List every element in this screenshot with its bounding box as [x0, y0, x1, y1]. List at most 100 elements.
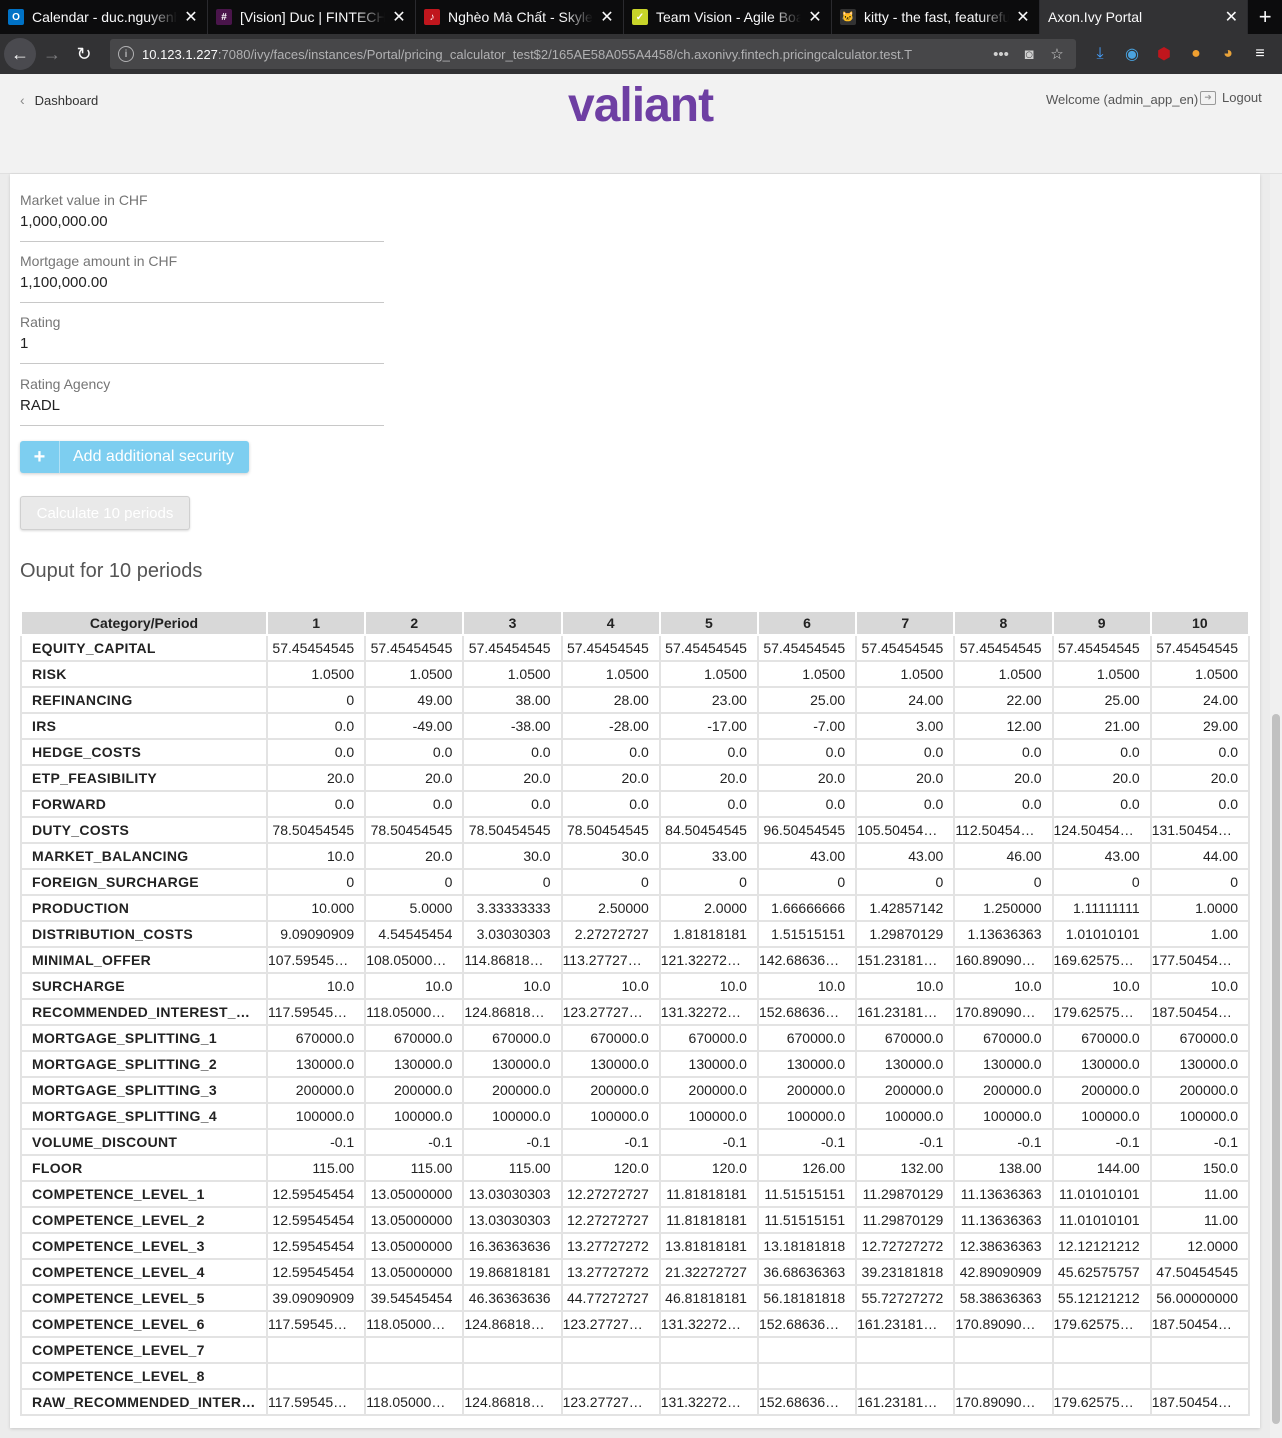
- back-button[interactable]: ←: [4, 38, 36, 70]
- kitty-icon: 🐱: [840, 9, 856, 25]
- cell-value: 177.50454545: [1149, 946, 1251, 974]
- cell-value: 30.0: [462, 842, 563, 870]
- field-value[interactable]: 1,000,000.00: [20, 213, 108, 230]
- row-category: MORTGAGE_SPLITTING_2: [20, 1050, 268, 1078]
- rating-agency-field[interactable]: Rating Agency RADL: [20, 376, 384, 426]
- close-tab-icon[interactable]: ✕: [183, 7, 199, 27]
- field-label: Rating Agency: [20, 376, 111, 392]
- cell-value: 1.0000: [1149, 894, 1251, 922]
- cell-value: [953, 1362, 1054, 1390]
- address-bar[interactable]: i 10.123.1.227:7080/ivy/faces/instances/…: [110, 39, 1076, 69]
- rating-field[interactable]: Rating 1: [20, 314, 384, 364]
- cell-value: 1.0500: [658, 660, 759, 688]
- dashboard-link[interactable]: ‹ Dashboard: [20, 92, 98, 108]
- browser-tab[interactable]: 🐱 kitty - the fast, featureful ✕: [832, 0, 1040, 34]
- extension-globe-icon[interactable]: ◉: [1116, 44, 1148, 64]
- add-security-button[interactable]: + Add additional security: [20, 441, 249, 473]
- close-tab-icon[interactable]: ✕: [599, 7, 615, 27]
- cell-value: 0: [364, 868, 465, 896]
- extension-capsule-icon[interactable]: ●: [1180, 45, 1212, 63]
- table-row: FORWARD 0.0 0.0 0.0 0.0 0.0 0.0 0.0 0.0 0.0 0.0: [20, 790, 1251, 818]
- browser-tab[interactable]: Axon.Ivy Portal ✕: [1040, 0, 1249, 34]
- add-security-label: Add additional security: [73, 448, 234, 465]
- cell-value: 36.68636363: [756, 1258, 858, 1286]
- cell-value: 170.89090909: [953, 1388, 1054, 1416]
- pocket-icon[interactable]: ◙: [1018, 46, 1040, 63]
- logout-button[interactable]: ➜ Logout: [1200, 90, 1262, 105]
- extension-monkey-icon[interactable]: ◕: [1212, 45, 1244, 63]
- page-actions-icon[interactable]: •••: [990, 46, 1012, 63]
- cell-value: 131.32272727: [658, 1310, 759, 1338]
- field-label: Rating: [20, 314, 61, 330]
- row-category: DISTRIBUTION_COSTS: [20, 920, 268, 948]
- cell-value: [953, 1336, 1054, 1364]
- cell-value: 670000.0: [364, 1024, 465, 1052]
- cell-value: 10.0: [1051, 972, 1152, 1000]
- new-tab-button[interactable]: +: [1248, 0, 1282, 34]
- cell-value: 138.00: [953, 1154, 1054, 1182]
- cell-value: 161.23181818: [855, 1388, 956, 1416]
- tab-title: kitty - the fast, featureful: [864, 9, 1009, 25]
- cell-value: 161.23181818: [855, 1310, 956, 1338]
- valiant-logo: valiant: [568, 79, 714, 132]
- cell-value: 10.0: [756, 972, 858, 1000]
- cell-value: 11.81818181: [658, 1206, 759, 1234]
- cell-value: 1.11111111: [1051, 894, 1152, 922]
- table-row: COMPETENCE_LEVEL_2 12.59545454 13.05000000…: [20, 1206, 1251, 1234]
- cell-value: 113.27727272: [560, 946, 661, 974]
- menu-icon[interactable]: ≡: [1244, 45, 1276, 63]
- browser-tab[interactable]: O Calendar - duc.nguyenhuu@axonivy.com ✕: [0, 0, 208, 34]
- calculate-button[interactable]: Calculate 10 periods: [20, 496, 190, 530]
- cell-value: 120.0: [658, 1154, 759, 1182]
- welcome-text: Welcome (admin_app_en): [1046, 92, 1199, 107]
- browser-tab[interactable]: ✓ Team Vision - Agile Board ✕: [624, 0, 832, 34]
- row-category: EQUITY_CAPITAL: [20, 634, 268, 662]
- cell-value: 0: [953, 868, 1054, 896]
- row-category: FOREIGN_SURCHARGE: [20, 868, 268, 896]
- row-category: COMPETENCE_LEVEL_3: [20, 1232, 268, 1260]
- scrollbar-thumb[interactable]: [1272, 714, 1280, 1424]
- cell-value: 0.0: [265, 790, 367, 818]
- site-info-icon[interactable]: i: [118, 46, 134, 62]
- field-value[interactable]: 1,100,000.00: [20, 274, 108, 291]
- field-value[interactable]: 1: [20, 335, 28, 352]
- row-category: HEDGE_COSTS: [20, 738, 268, 766]
- cell-value: 10.0: [462, 972, 563, 1000]
- cell-value: 124.50454545: [1051, 816, 1152, 844]
- cell-value: 100000.0: [1149, 1102, 1251, 1130]
- cell-value: 25.00: [756, 686, 858, 714]
- cell-value: 57.45454545: [560, 634, 661, 662]
- cell-value: 152.68636363: [756, 998, 858, 1026]
- cell-value: 130000.0: [1149, 1050, 1251, 1078]
- calculator-card: Market value in CHF 1,000,000.00 Mortgag…: [10, 174, 1260, 1428]
- page-scrollbar[interactable]: [1270, 174, 1282, 1438]
- cell-value: 200000.0: [265, 1076, 367, 1104]
- mortgage-amount-field[interactable]: Mortgage amount in CHF 1,100,000.00: [20, 253, 384, 303]
- bookmark-star-icon[interactable]: ☆: [1046, 45, 1068, 63]
- cell-value: 130000.0: [658, 1050, 759, 1078]
- close-tab-icon[interactable]: ✕: [1015, 7, 1031, 27]
- table-row: MORTGAGE_SPLITTING_2 130000.0 130000.0 1300…: [20, 1050, 1251, 1078]
- row-category: IRS: [20, 712, 268, 740]
- close-tab-icon[interactable]: ✕: [391, 7, 407, 27]
- cell-value: 170.89090909: [953, 998, 1054, 1026]
- url-text[interactable]: 10.123.1.227:7080/ivy/faces/instances/Po…: [142, 47, 984, 62]
- table-row: ETP_FEASIBILITY 20.0 20.0 20.0 20.0 20.0 20.0 2…: [20, 764, 1251, 792]
- browser-tab[interactable]: ♪ Nghèo Mà Chất - Skyler ✕: [416, 0, 624, 34]
- cell-value: 2.50000: [560, 894, 661, 922]
- cell-value: 20.0: [462, 764, 563, 792]
- cell-value: 1.250000: [953, 894, 1054, 922]
- cell-value: 20.0: [364, 764, 465, 792]
- cell-value: [855, 1336, 956, 1364]
- close-tab-icon[interactable]: ✕: [1223, 7, 1239, 27]
- browser-tab[interactable]: # [Vision] Duc | FINTECH Slack ✕: [208, 0, 416, 34]
- reload-button[interactable]: ↻: [68, 38, 100, 70]
- ublock-icon[interactable]: ⬢: [1148, 44, 1180, 64]
- market-value-field[interactable]: Market value in CHF 1,000,000.00: [20, 192, 384, 242]
- download-icon[interactable]: ⤓: [1084, 45, 1116, 63]
- close-tab-icon[interactable]: ✕: [807, 7, 823, 27]
- field-value[interactable]: RADL: [20, 397, 60, 414]
- cell-value: 115.00: [364, 1154, 465, 1182]
- column-header-period: 5: [658, 610, 759, 636]
- forward-button[interactable]: →: [36, 38, 68, 70]
